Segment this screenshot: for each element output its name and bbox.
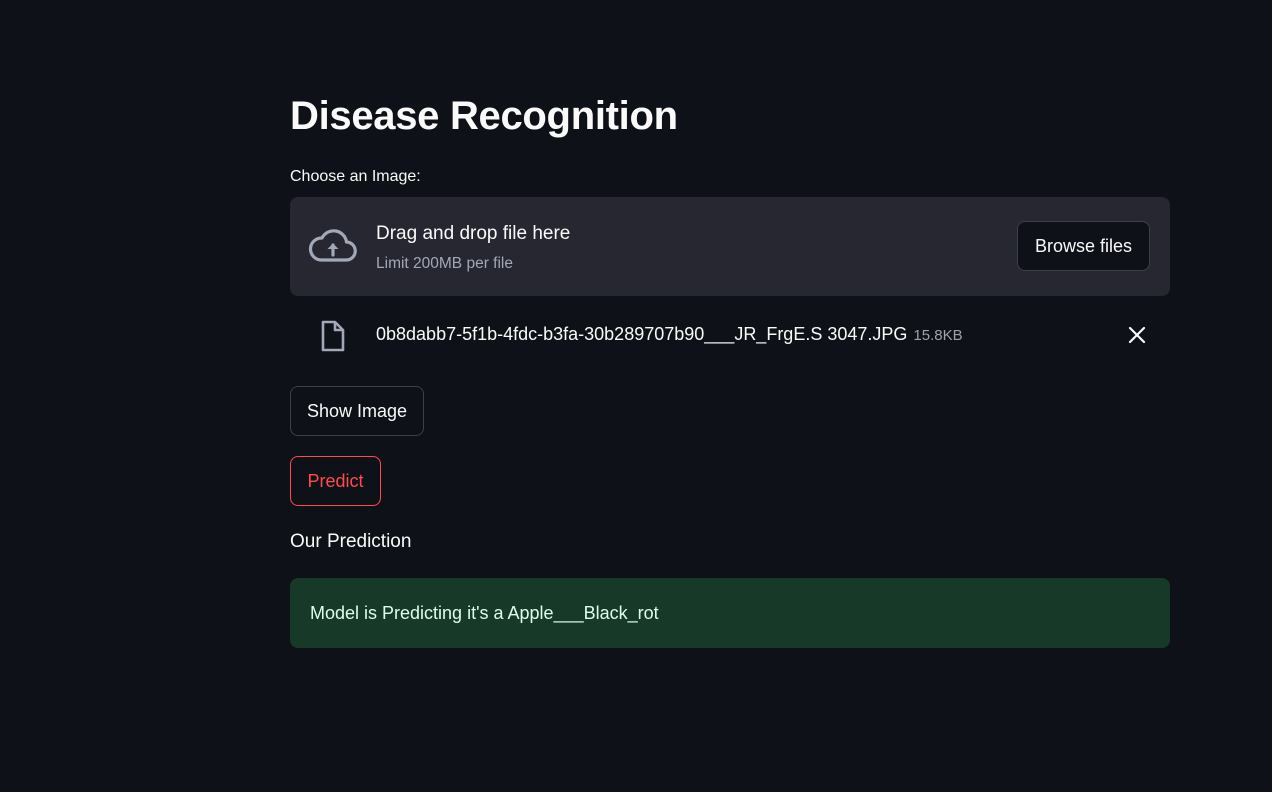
- prediction-result-text: Model is Predicting it's a Apple___Black…: [310, 603, 659, 623]
- close-icon[interactable]: [1126, 324, 1148, 346]
- uploaded-file-info: 0b8dabb7-5f1b-4fdc-b3fa-30b289707b90___J…: [376, 322, 963, 348]
- prediction-heading: Our Prediction: [290, 531, 412, 552]
- show-image-button[interactable]: Show Image: [290, 386, 424, 436]
- uploaded-file-size: 15.8KB: [913, 327, 963, 344]
- predict-button[interactable]: Predict: [290, 456, 381, 506]
- prediction-success-alert: Model is Predicting it's a Apple___Black…: [290, 578, 1170, 648]
- file-dropzone[interactable]: Drag and drop file here Limit 200MB per …: [290, 197, 1170, 296]
- file-icon: [321, 320, 345, 352]
- dropzone-instructions: Drag and drop file here: [376, 223, 571, 244]
- main-content: Disease Recognition Choose an Image: Dra…: [290, 0, 1170, 792]
- uploaded-file-row: 0b8dabb7-5f1b-4fdc-b3fa-30b289707b90___J…: [290, 310, 1170, 360]
- page-title: Disease Recognition: [290, 94, 678, 138]
- file-uploader-label: Choose an Image:: [290, 168, 421, 185]
- browse-files-button[interactable]: Browse files: [1017, 221, 1150, 271]
- cloud-upload-icon: [308, 229, 357, 262]
- uploaded-file-name: 0b8dabb7-5f1b-4fdc-b3fa-30b289707b90___J…: [376, 324, 908, 344]
- dropzone-limit-text: Limit 200MB per file: [376, 255, 513, 272]
